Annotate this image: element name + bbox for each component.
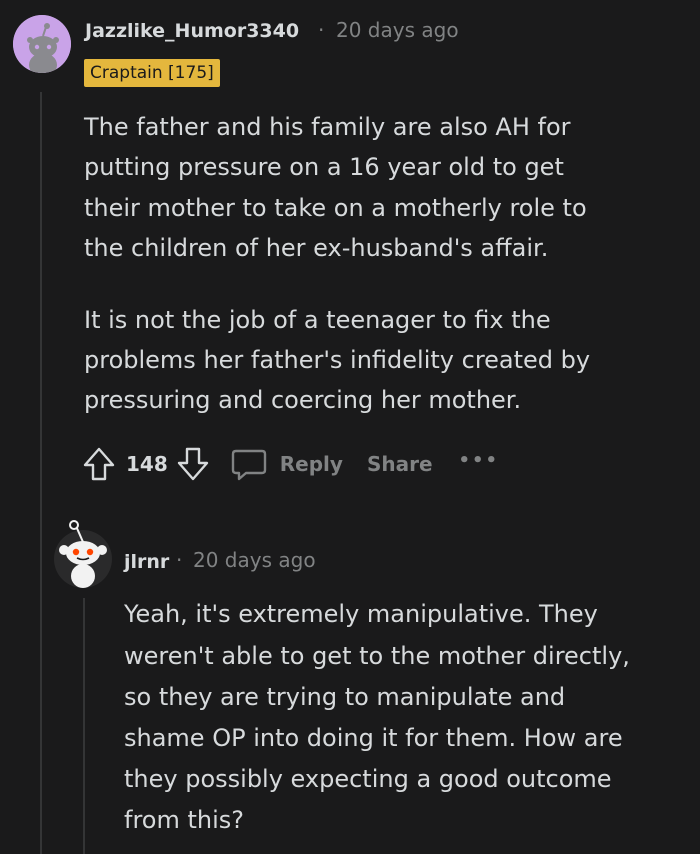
meta-separator: · bbox=[318, 18, 325, 42]
comment-action-bar: 148 Reply Share ••• bbox=[82, 443, 499, 485]
reply-thread-line[interactable] bbox=[83, 598, 85, 854]
thread-line[interactable] bbox=[40, 92, 42, 854]
reply-username[interactable]: jlrnr bbox=[124, 551, 169, 573]
reply-line: so they are trying to manipulate and bbox=[124, 683, 566, 711]
comment-line: The father and his family are also AH fo… bbox=[84, 113, 571, 141]
comment-timestamp[interactable]: 20 days ago bbox=[336, 18, 459, 42]
upvote-arrow-icon[interactable] bbox=[82, 446, 116, 482]
reply-avatar[interactable] bbox=[54, 520, 112, 588]
reply-line: Yeah, it's extremely manipulative. They bbox=[124, 600, 598, 628]
comment-username[interactable]: Jazzlike_Humor3340 bbox=[85, 20, 299, 42]
reply-button[interactable]: Reply bbox=[230, 446, 343, 482]
reply-line: weren't able to get to the mother direct… bbox=[124, 642, 630, 670]
speech-bubble-icon bbox=[231, 449, 266, 481]
snoo-avatar-icon bbox=[54, 520, 112, 588]
user-flair: Craptain [175] bbox=[84, 59, 220, 87]
share-button[interactable]: Share bbox=[367, 452, 433, 476]
downvote-arrow-icon[interactable] bbox=[176, 446, 210, 482]
snoo-avatar-icon bbox=[13, 15, 71, 73]
comment-line: It is not the job of a teenager to fix t… bbox=[84, 306, 551, 334]
reply-line: they possibly expecting a good outcome bbox=[124, 765, 612, 793]
comment-line: their mother to take on a motherly role … bbox=[84, 194, 587, 222]
reply-label: Reply bbox=[279, 452, 343, 476]
reply-line: shame OP into doing it for them. How are bbox=[124, 724, 623, 752]
avatar[interactable] bbox=[13, 15, 71, 73]
meta-separator: · bbox=[176, 548, 183, 572]
comment-line: putting pressure on a 16 year old to get bbox=[84, 153, 564, 181]
comment-line: pressuring and coercing her mother. bbox=[84, 386, 522, 414]
more-dots-icon[interactable]: ••• bbox=[459, 450, 500, 471]
comment-thread: Jazzlike_Humor3340 · 20 days ago Craptai… bbox=[0, 0, 700, 854]
vote-count: 148 bbox=[126, 452, 168, 476]
comment-line: the children of her ex-husband's affair. bbox=[84, 234, 549, 262]
reply-line: from this? bbox=[124, 806, 245, 834]
reply-timestamp[interactable]: 20 days ago bbox=[193, 548, 316, 572]
comment-line: problems her father's infidelity created… bbox=[84, 346, 591, 374]
